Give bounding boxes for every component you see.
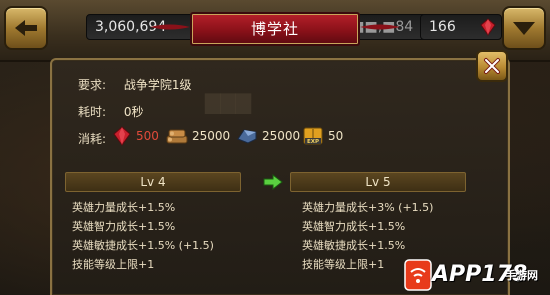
arrow-left-icon [15,20,37,36]
page-title: 博学社 [190,12,360,46]
cost-stone: 25000 [236,126,300,146]
exp-book-icon: EXP [303,127,323,145]
time-label: 耗时: [78,105,107,119]
cost-row: 消耗: [78,130,106,147]
gem-counter: 166 [420,14,502,40]
menu-dropdown-button[interactable] [502,6,546,50]
cost-wood: 25000 [166,126,230,146]
cost-gem-value: 500 [136,129,159,143]
requirement-value: 战争学院1级 [123,78,192,92]
current-stat-skill-cap: 技能等级上限+1 [72,258,155,271]
requirement-label: 要求: [78,78,107,92]
banner-ornament-right [360,24,400,30]
cost-label: 消耗: [78,132,107,146]
stone-icon [237,129,257,144]
next-stat-strength: 英雄力量成长+3% (+1.5) [302,201,434,214]
gem-value: 166 [429,19,456,35]
red-gem-icon [113,126,131,146]
arrow-right-icon [263,174,283,190]
chevron-down-icon [513,22,535,35]
red-gem-icon [480,18,496,36]
requirement-row: 要求: 战争学院1级 [78,76,192,93]
cost-stone-value: 25000 [262,129,301,143]
next-stat-intelligence: 英雄智力成长+1.5% [302,220,406,233]
time-value: 0秒 [123,105,144,119]
svg-text:EXP: EXP [307,139,319,145]
cost-wood-value: 25000 [192,129,231,143]
current-stat-agility: 英雄敏捷成长+1.5% (+1.5) [72,239,214,252]
banner-ornament-left [150,24,190,30]
next-stat-skill-cap: 技能等级上限+1 [302,258,385,271]
top-bar: 3,060,694 3,0■■,■84 166 博学社 [0,0,550,62]
current-stat-intelligence: 英雄智力成长+1.5% [72,220,176,233]
watermark-subtitle: 手游网 [505,269,538,282]
current-level-header: Lv 4 [65,172,241,192]
time-row: 耗时: 0秒 [78,103,144,120]
current-stat-strength: 英雄力量成长+1.5% [72,201,176,214]
next-level-header: Lv 5 [290,172,466,192]
wood-icon [166,129,188,144]
cost-exp-value: 50 [328,129,344,143]
close-button[interactable] [476,50,508,82]
back-button[interactable] [4,6,48,50]
close-icon [484,58,500,74]
cost-exp: EXP 50 [302,126,343,146]
next-stat-agility: 英雄敏捷成长+1.5% [302,239,406,252]
cost-gem: 500 [112,126,159,146]
background-ghost-text: ▇▇▇ [205,90,252,114]
